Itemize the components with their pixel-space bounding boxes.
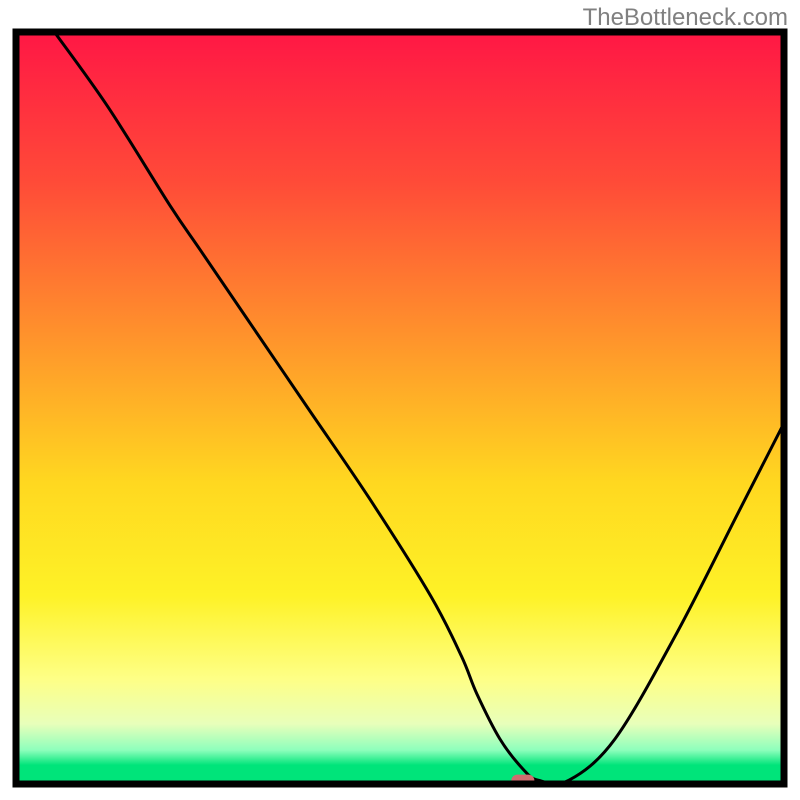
chart-container: TheBottleneck.com bbox=[0, 0, 800, 800]
bottleneck-chart bbox=[0, 0, 800, 800]
